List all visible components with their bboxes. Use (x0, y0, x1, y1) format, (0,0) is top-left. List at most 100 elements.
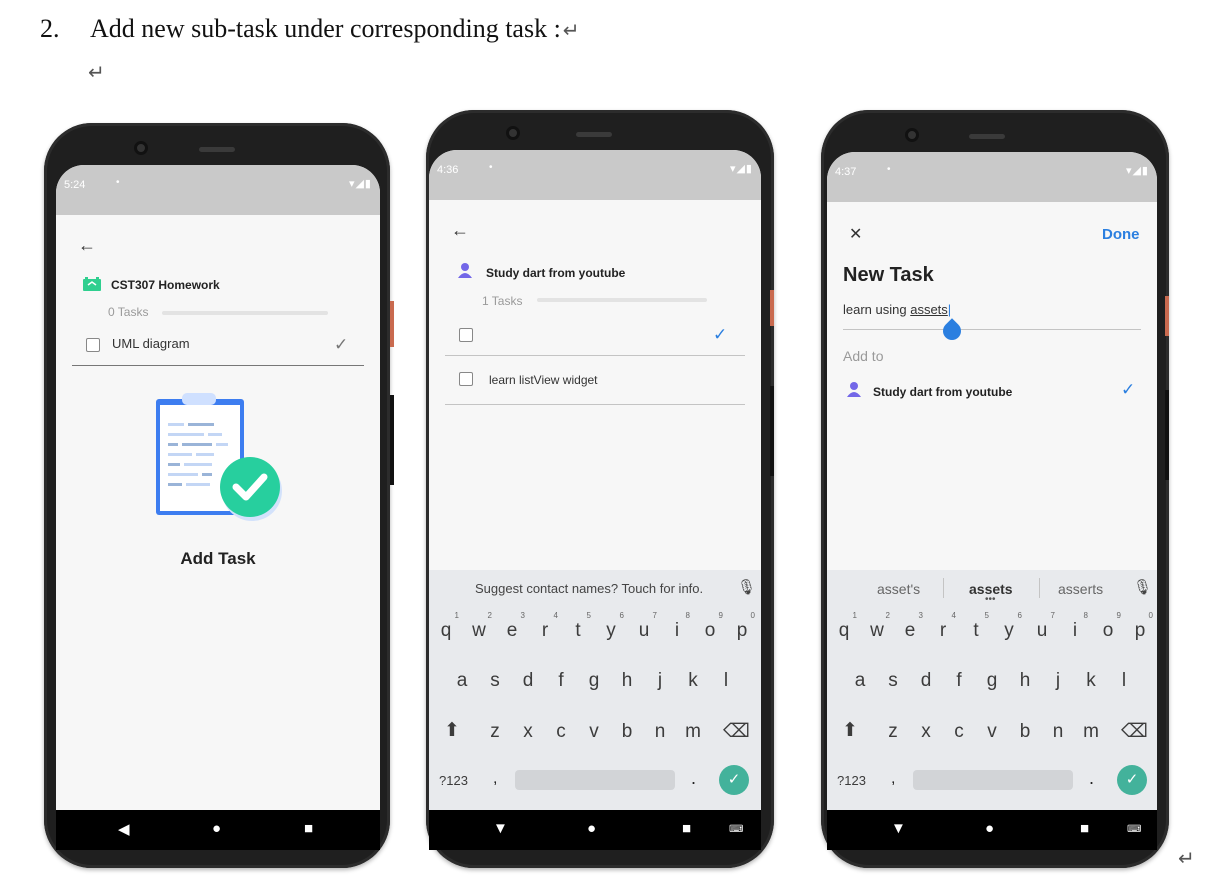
notification-dot: • (887, 164, 891, 175)
key-l[interactable]: l (1111, 670, 1137, 692)
shift-key-icon[interactable]: ⬆ (439, 719, 465, 742)
key-h[interactable]: h (614, 670, 640, 692)
confirm-checkmark-icon[interactable]: ✓ (713, 325, 727, 345)
space-bar[interactable] (515, 770, 675, 790)
key-z[interactable]: z (880, 721, 906, 743)
key-f[interactable]: f (946, 670, 972, 692)
key-n[interactable]: n (647, 721, 673, 743)
suggestion-1[interactable]: asset's (877, 581, 920, 597)
key-a[interactable]: a (449, 670, 475, 692)
key-g[interactable]: g (581, 670, 607, 692)
microphone-icon[interactable]: 🎙 (737, 578, 756, 596)
key-s[interactable]: s (482, 670, 508, 692)
home-nav-icon[interactable]: ● (985, 820, 994, 837)
phone-2: 4:36 • ▾◢▮ ← Study dart from youtube 1 T… (426, 110, 774, 868)
suggestion-3[interactable]: asserts (1058, 581, 1103, 597)
key-p[interactable]: p0 (1127, 611, 1153, 642)
key-w[interactable]: w2 (466, 611, 492, 642)
key-p[interactable]: p0 (729, 611, 755, 642)
symbols-key[interactable]: ?123 (837, 773, 866, 788)
key-d[interactable]: d (913, 670, 939, 692)
home-nav-icon[interactable]: ● (587, 820, 596, 837)
key-q[interactable]: q1 (831, 611, 857, 642)
add-task-label[interactable]: Add Task (56, 549, 380, 569)
checkmark-icon[interactable]: ✓ (334, 335, 348, 355)
key-y[interactable]: y6 (996, 611, 1022, 642)
shift-key-icon[interactable]: ⬆ (837, 719, 863, 742)
key-m[interactable]: m (1078, 721, 1104, 743)
keyboard-switch-icon[interactable]: ⌨ (1127, 824, 1141, 835)
back-nav-icon[interactable]: ◀ (118, 820, 130, 838)
space-bar[interactable] (913, 770, 1073, 790)
back-arrow-icon[interactable]: ← (78, 235, 96, 256)
backspace-key-icon[interactable]: ⌫ (723, 720, 750, 743)
key-b[interactable]: b (614, 721, 640, 743)
microphone-icon[interactable]: 🎙 (1133, 578, 1152, 596)
key-f[interactable]: f (548, 670, 574, 692)
comma-key[interactable]: , (493, 770, 497, 788)
back-nav-icon[interactable]: ▼ (493, 820, 508, 837)
key-i[interactable]: i8 (1062, 611, 1088, 642)
period-key[interactable]: . (691, 768, 696, 789)
back-nav-icon[interactable]: ▼ (891, 820, 906, 837)
recents-nav-icon[interactable]: ■ (682, 820, 691, 837)
key-s[interactable]: s (880, 670, 906, 692)
key-r[interactable]: r4 (930, 611, 956, 642)
key-g[interactable]: g (979, 670, 1005, 692)
task-name-input[interactable]: learn using assets| (843, 302, 1141, 330)
project-title[interactable]: Study dart from youtube (873, 385, 1012, 399)
home-nav-icon[interactable]: ● (212, 820, 221, 837)
done-button[interactable]: Done (1102, 226, 1140, 243)
key-x[interactable]: x (913, 721, 939, 743)
contact-suggestion-text[interactable]: Suggest contact names? Touch for info. (475, 581, 703, 596)
key-e[interactable]: e3 (897, 611, 923, 642)
key-w[interactable]: w2 (864, 611, 890, 642)
backspace-key-icon[interactable]: ⌫ (1121, 720, 1148, 743)
recents-nav-icon[interactable]: ■ (1080, 820, 1089, 837)
key-c[interactable]: c (548, 721, 574, 743)
key-z[interactable]: z (482, 721, 508, 743)
selected-checkmark-icon[interactable]: ✓ (1121, 380, 1135, 400)
key-j[interactable]: j (1045, 670, 1071, 692)
more-suggestions-icon[interactable]: ••• (985, 594, 996, 605)
close-icon[interactable]: ✕ (849, 224, 862, 244)
key-t[interactable]: t5 (963, 611, 989, 642)
key-o[interactable]: o9 (697, 611, 723, 642)
key-o[interactable]: o9 (1095, 611, 1121, 642)
key-y[interactable]: y6 (598, 611, 624, 642)
side-button (1165, 390, 1169, 480)
keyboard-switch-icon[interactable]: ⌨ (729, 824, 743, 835)
key-e[interactable]: e3 (499, 611, 525, 642)
back-arrow-icon[interactable]: ← (451, 220, 469, 241)
key-a[interactable]: a (847, 670, 873, 692)
key-k[interactable]: k (1078, 670, 1104, 692)
camera (134, 141, 148, 155)
key-u[interactable]: u7 (1029, 611, 1055, 642)
key-b[interactable]: b (1012, 721, 1038, 743)
key-t[interactable]: t5 (565, 611, 591, 642)
key-i[interactable]: i8 (664, 611, 690, 642)
task-checkbox[interactable] (459, 372, 473, 386)
key-m[interactable]: m (680, 721, 706, 743)
key-v[interactable]: v (581, 721, 607, 743)
key-x[interactable]: x (515, 721, 541, 743)
enter-check-icon[interactable]: ✓ (1117, 765, 1147, 795)
key-c[interactable]: c (946, 721, 972, 743)
enter-check-icon[interactable]: ✓ (719, 765, 749, 795)
key-r[interactable]: r4 (532, 611, 558, 642)
key-j[interactable]: j (647, 670, 673, 692)
symbols-key[interactable]: ?123 (439, 773, 468, 788)
recents-nav-icon[interactable]: ■ (304, 820, 313, 837)
key-d[interactable]: d (515, 670, 541, 692)
new-task-checkbox[interactable] (459, 328, 473, 342)
key-k[interactable]: k (680, 670, 706, 692)
key-u[interactable]: u7 (631, 611, 657, 642)
period-key[interactable]: . (1089, 768, 1094, 789)
key-n[interactable]: n (1045, 721, 1071, 743)
key-v[interactable]: v (979, 721, 1005, 743)
key-l[interactable]: l (713, 670, 739, 692)
comma-key[interactable]: , (891, 770, 895, 788)
task-checkbox[interactable] (86, 338, 100, 352)
key-h[interactable]: h (1012, 670, 1038, 692)
key-q[interactable]: q1 (433, 611, 459, 642)
